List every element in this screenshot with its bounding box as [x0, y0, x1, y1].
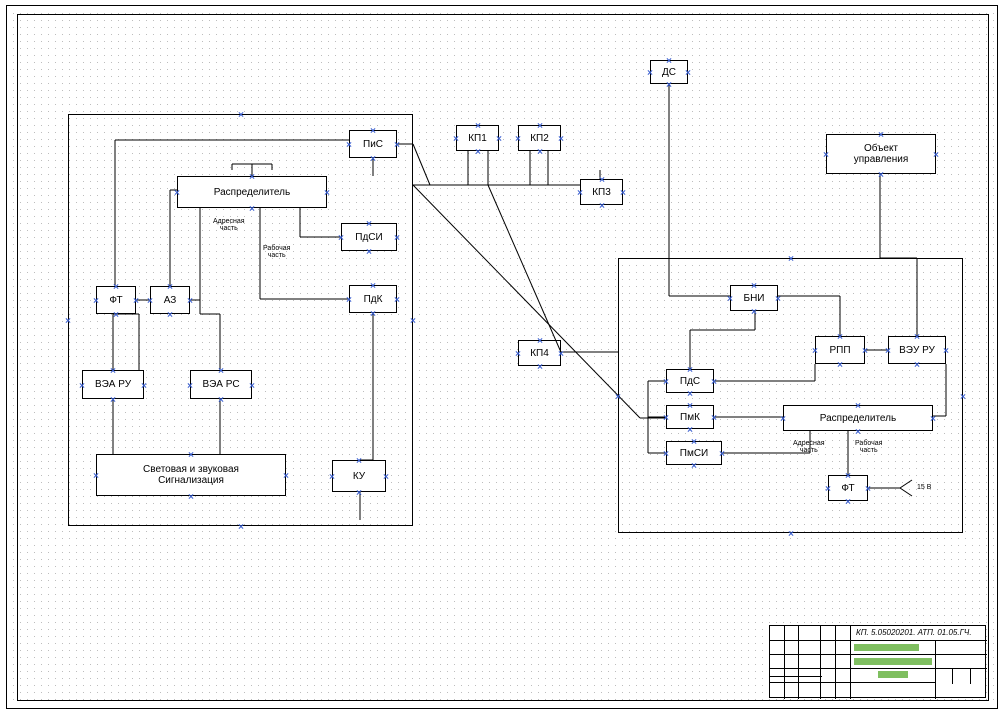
- box-raspred2[interactable]: Распределитель: [783, 405, 933, 431]
- box-ds[interactable]: ДС: [650, 60, 688, 84]
- box-veu-ru[interactable]: ВЭУ РУ: [888, 336, 946, 364]
- box-ku[interactable]: КУ: [332, 460, 386, 492]
- box-rpp[interactable]: РПП: [815, 336, 865, 364]
- box-signal[interactable]: Световая и звуковая Сигнализация: [96, 454, 286, 496]
- redact-2: [854, 658, 932, 665]
- box-obj[interactable]: Объект управления: [826, 134, 936, 174]
- box-kp3[interactable]: КП3: [580, 179, 623, 205]
- label-15v: 15 В: [917, 484, 931, 491]
- label-addr2: Адресная часть: [793, 440, 825, 454]
- box-pdsi[interactable]: ПдСИ: [341, 223, 397, 251]
- redact-1: [854, 644, 919, 651]
- label-work1: Рабочая часть: [263, 245, 290, 259]
- box-bni[interactable]: БНИ: [730, 285, 778, 311]
- box-pmk[interactable]: ПмК: [666, 405, 714, 429]
- label-work2: Рабочая часть: [855, 440, 882, 454]
- box-kp4[interactable]: КП4: [518, 340, 561, 366]
- box-pds2[interactable]: ПдС: [666, 369, 714, 393]
- box-kp1[interactable]: КП1: [456, 125, 499, 151]
- label-addr1: Адресная часть: [213, 218, 245, 232]
- box-pdk[interactable]: ПдК: [349, 285, 397, 313]
- box-ft2[interactable]: ФТ: [828, 475, 868, 501]
- title-code: КП. 5.05020201. АТП. 01.05.ГЧ.: [856, 628, 972, 637]
- box-kp2[interactable]: КП2: [518, 125, 561, 151]
- box-ft1[interactable]: ФТ: [96, 286, 136, 314]
- box-pis[interactable]: ПиС: [349, 130, 397, 158]
- title-block: КП. 5.05020201. АТП. 01.05.ГЧ.: [769, 625, 986, 698]
- box-pmsi[interactable]: ПмСИ: [666, 441, 722, 465]
- region-right: [618, 258, 963, 533]
- box-az[interactable]: АЗ: [150, 286, 190, 314]
- redact-3: [878, 671, 908, 678]
- box-vea-ru[interactable]: ВЭА РУ: [82, 370, 144, 399]
- box-vea-rs[interactable]: ВЭА РС: [190, 370, 252, 399]
- box-raspred1[interactable]: Распределитель: [177, 176, 327, 208]
